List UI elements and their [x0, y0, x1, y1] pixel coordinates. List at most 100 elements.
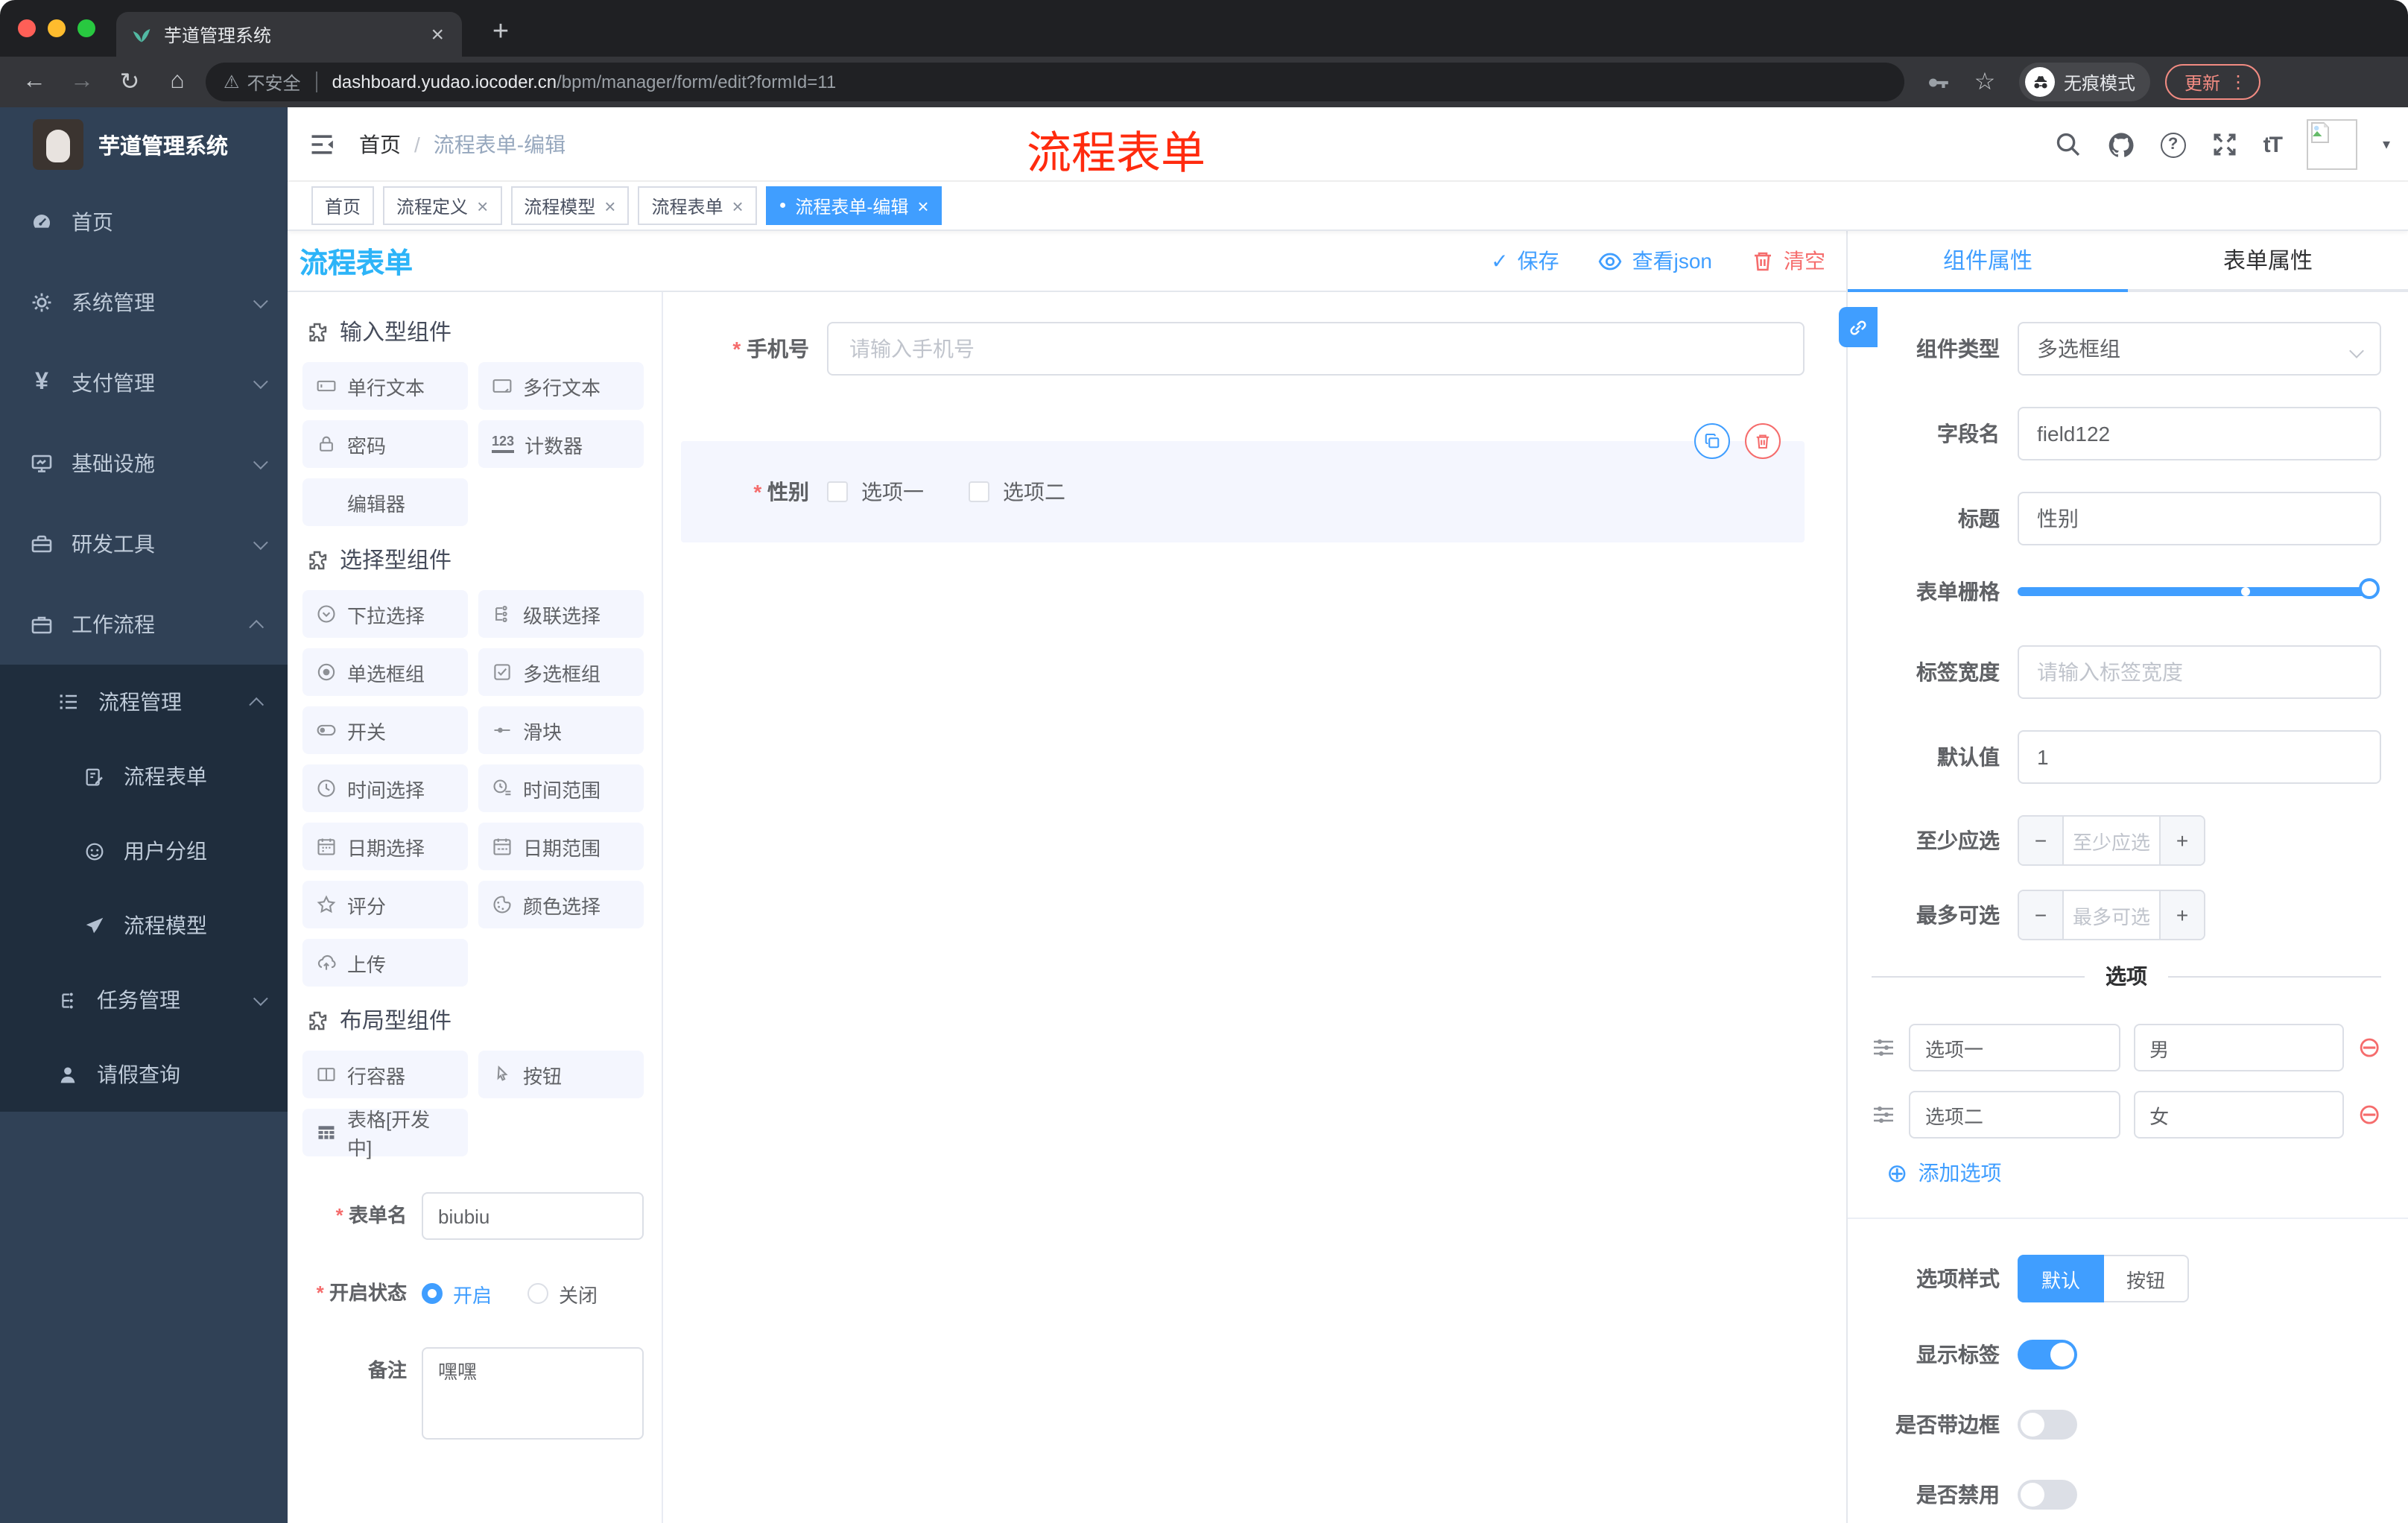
- sidebar-item-leave-query[interactable]: 请假查询: [0, 1037, 288, 1112]
- option-label-input[interactable]: [1909, 1024, 2120, 1071]
- palette-item-switch[interactable]: 开关: [302, 706, 468, 754]
- reload-icon[interactable]: ↻: [110, 63, 149, 101]
- decrease-button[interactable]: −: [2019, 817, 2064, 864]
- palette-item-password[interactable]: 密码: [302, 420, 468, 468]
- search-icon[interactable]: [2055, 131, 2082, 158]
- tag-home[interactable]: 首页: [311, 186, 375, 225]
- sidebar-item-home[interactable]: 首页: [0, 182, 288, 262]
- palette-item-radio-group[interactable]: 单选框组: [302, 648, 468, 696]
- phone-input[interactable]: [827, 322, 1805, 376]
- home-icon[interactable]: ⌂: [158, 63, 197, 101]
- option-value-input[interactable]: [2133, 1024, 2345, 1071]
- palette-item-rate[interactable]: 评分: [302, 881, 468, 928]
- grid-slider[interactable]: [2018, 578, 2380, 599]
- canvas-field-phone[interactable]: 手机号: [681, 322, 1805, 376]
- sidebar-item-system[interactable]: 系统管理: [0, 262, 288, 343]
- field-name-input[interactable]: [2018, 407, 2381, 460]
- status-radio-on[interactable]: 开启: [422, 1279, 492, 1308]
- sidebar-item-process-management[interactable]: 流程管理: [0, 665, 288, 739]
- disabled-toggle[interactable]: [2018, 1480, 2077, 1510]
- drag-handle-icon[interactable]: [1872, 1036, 1895, 1060]
- palette-item-select[interactable]: 下拉选择: [302, 590, 468, 638]
- canvas-field-gender-selected[interactable]: 性别 选项一 选项二: [681, 423, 1805, 542]
- max-select-stepper[interactable]: − 最多可选 +: [2018, 890, 2205, 940]
- tag-process-definition[interactable]: 流程定义 ×: [383, 186, 502, 225]
- option-style-default[interactable]: 默认: [2018, 1255, 2105, 1302]
- zoom-window-button[interactable]: [77, 19, 95, 37]
- drag-handle-icon[interactable]: [1872, 1103, 1895, 1127]
- url-bar[interactable]: ⚠ 不安全 dashboard.yudao.iocoder.cn/bpm/man…: [206, 63, 1904, 101]
- palette-item-date-picker[interactable]: 日期选择: [302, 823, 468, 870]
- palette-item-checkbox-group[interactable]: 多选框组: [478, 648, 644, 696]
- palette-item-color-picker[interactable]: 颜色选择: [478, 881, 644, 928]
- palette-item-date-range[interactable]: 日期范围: [478, 823, 644, 870]
- palette-item-slider[interactable]: 滑块: [478, 706, 644, 754]
- avatar[interactable]: [2306, 119, 2357, 170]
- sidebar-item-process-model[interactable]: 流程模型: [0, 888, 288, 963]
- tab-close-icon[interactable]: ×: [428, 23, 447, 45]
- sidebar-item-workflow[interactable]: 工作流程: [0, 584, 288, 665]
- palette-item-row-container[interactable]: 行容器: [302, 1051, 468, 1098]
- update-button[interactable]: 更新 ⋮: [2165, 64, 2261, 100]
- tag-close-icon[interactable]: ×: [477, 194, 488, 217]
- sidebar-item-process-form[interactable]: 流程表单: [0, 739, 288, 814]
- delete-component-button[interactable]: [1745, 423, 1781, 459]
- help-icon[interactable]: ?: [2160, 132, 2186, 157]
- default-value-input[interactable]: [2018, 730, 2381, 784]
- avatar-caret-icon[interactable]: ▾: [2383, 136, 2390, 153]
- key-icon[interactable]: [1925, 69, 1951, 95]
- form-name-input[interactable]: [422, 1192, 644, 1240]
- tag-process-form-edit[interactable]: ● 流程表单-编辑 ×: [765, 186, 942, 225]
- save-button[interactable]: ✓ 保存: [1491, 246, 1559, 276]
- form-canvas[interactable]: 手机号: [663, 292, 1846, 1523]
- label-width-input[interactable]: [2018, 645, 2381, 699]
- forward-icon[interactable]: →: [63, 63, 101, 101]
- add-option-button[interactable]: ⊕ 添加选项: [1886, 1158, 2381, 1188]
- browser-menu-icon[interactable]: ⋮: [2229, 72, 2247, 92]
- breadcrumb-home[interactable]: 首页: [359, 129, 401, 159]
- status-radio-off[interactable]: 关闭: [527, 1279, 598, 1308]
- tab-component-props[interactable]: 组件属性: [1848, 231, 2128, 292]
- sidebar-item-devtools[interactable]: 研发工具: [0, 504, 288, 584]
- sidebar-item-task-management[interactable]: 任务管理: [0, 963, 288, 1037]
- component-type-select[interactable]: 多选框组: [2018, 322, 2381, 376]
- palette-item-upload[interactable]: 上传: [302, 939, 468, 987]
- back-icon[interactable]: ←: [15, 63, 54, 101]
- checkbox-icon[interactable]: [827, 481, 848, 502]
- minimize-window-button[interactable]: [48, 19, 66, 37]
- bookmark-star-icon[interactable]: ☆: [1965, 63, 2004, 101]
- close-window-button[interactable]: [18, 19, 36, 37]
- tab-form-props[interactable]: 表单属性: [2128, 231, 2408, 292]
- title-input[interactable]: [2018, 492, 2381, 545]
- view-json-button[interactable]: 查看json: [1598, 246, 1712, 276]
- decrease-button[interactable]: −: [2019, 891, 2064, 939]
- tag-close-icon[interactable]: ×: [917, 194, 928, 217]
- increase-button[interactable]: +: [2159, 817, 2204, 864]
- tag-close-icon[interactable]: ×: [732, 194, 744, 217]
- sidebar-collapse-icon[interactable]: [308, 130, 335, 157]
- option-value-input[interactable]: [2133, 1091, 2345, 1139]
- fullscreen-icon[interactable]: [2211, 131, 2238, 158]
- show-label-toggle[interactable]: [2018, 1340, 2077, 1370]
- tag-close-icon[interactable]: ×: [604, 194, 615, 217]
- slider-handle[interactable]: [2359, 578, 2380, 599]
- palette-item-single-text[interactable]: 单行文本: [302, 362, 468, 410]
- duplicate-component-button[interactable]: [1694, 423, 1730, 459]
- sidebar-item-infrastructure[interactable]: 基础设施: [0, 423, 288, 504]
- link-tag[interactable]: [1839, 307, 1878, 347]
- palette-item-button[interactable]: 按钮: [478, 1051, 644, 1098]
- tag-process-model[interactable]: 流程模型 ×: [510, 186, 630, 225]
- tag-process-form[interactable]: 流程表单 ×: [638, 186, 757, 225]
- remove-option-icon[interactable]: ⊖: [2357, 1033, 2381, 1062]
- security-label[interactable]: 不安全: [247, 69, 301, 95]
- new-tab-button[interactable]: +: [480, 12, 522, 54]
- sidebar-item-payment[interactable]: ¥ 支付管理: [0, 343, 288, 423]
- option-label-input[interactable]: [1909, 1091, 2120, 1139]
- palette-item-cascader[interactable]: 级联选择: [478, 590, 644, 638]
- palette-item-textarea[interactable]: 多行文本: [478, 362, 644, 410]
- palette-item-editor[interactable]: 编辑器: [302, 478, 468, 526]
- checkbox-icon[interactable]: [969, 481, 989, 502]
- sidebar-item-user-group[interactable]: 用户分组: [0, 814, 288, 888]
- with-border-toggle[interactable]: [2018, 1410, 2077, 1440]
- clear-button[interactable]: 清空: [1751, 246, 1825, 276]
